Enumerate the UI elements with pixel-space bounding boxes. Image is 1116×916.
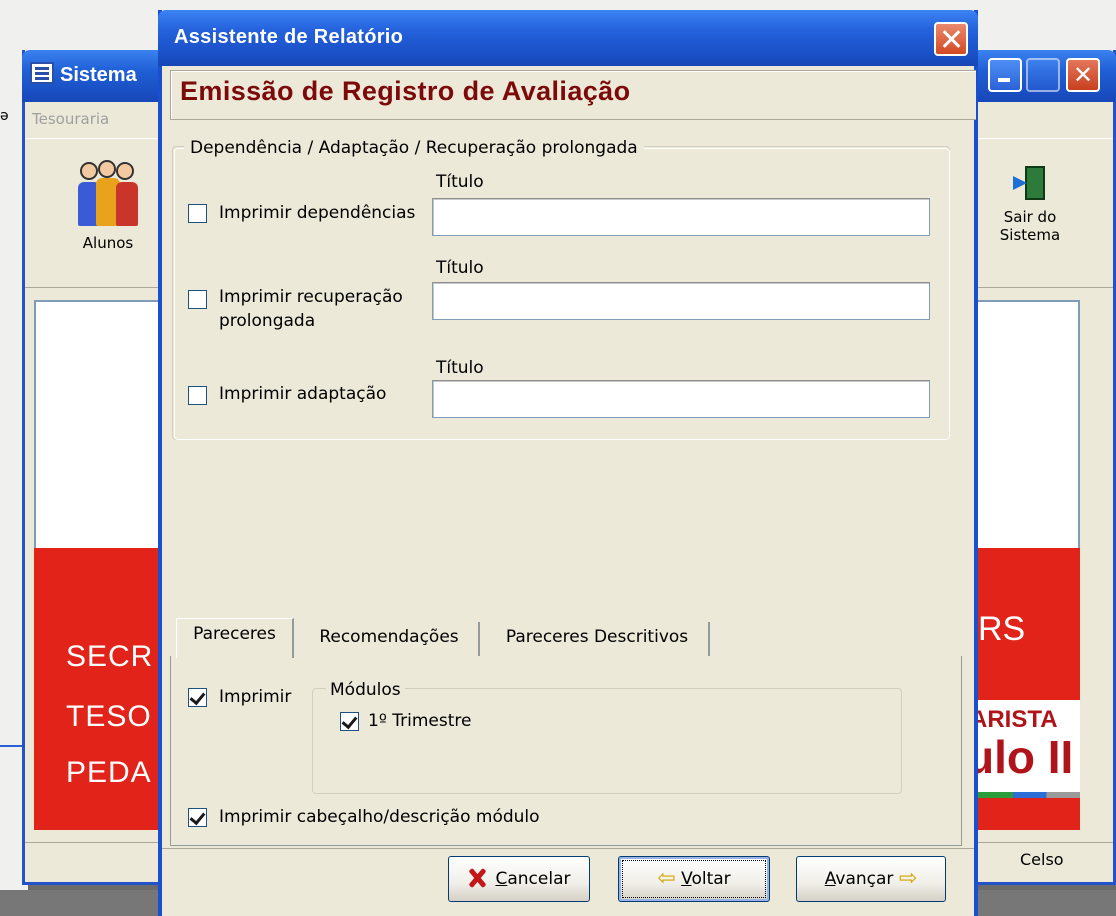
recovery-title-input[interactable] <box>432 282 930 320</box>
recovery-title-label: Título <box>436 258 484 278</box>
tab-pareceres-descritivos[interactable]: Pareceres Descritivos <box>486 622 710 656</box>
print-dependencies-label: Imprimir dependências <box>219 203 416 223</box>
banner-text-line3: PEDA <box>66 756 152 789</box>
print-header-label: Imprimir cabeçalho/descrição módulo <box>219 807 540 827</box>
banner-text-line2: TESO <box>66 700 152 733</box>
modules-group-box <box>312 688 902 794</box>
dependencies-title-label: Título <box>436 172 484 192</box>
cancel-button[interactable]: Cancelar <box>448 856 590 902</box>
print-adaptation-checkbox[interactable] <box>188 386 207 405</box>
minimize-button[interactable] <box>988 58 1022 92</box>
adaptation-title-label: Título <box>436 358 484 378</box>
next-button[interactable]: Avançar ⇨ <box>796 856 946 902</box>
status-user: Celso <box>1020 850 1064 869</box>
arrow-right-icon: ⇨ <box>898 866 918 891</box>
dialog-title: Assistente de Relatório <box>174 26 404 48</box>
back-button[interactable]: ⇦ Voltar <box>618 856 770 902</box>
back-label: oltar <box>691 869 731 889</box>
tab-recomendacoes[interactable]: Recomendações <box>300 622 480 656</box>
dependencies-title-input[interactable] <box>432 198 930 236</box>
menu-item-tesouraria[interactable]: Tesouraria <box>32 110 109 128</box>
dependency-group-label: Dependência / Adaptação / Recuperação pr… <box>184 138 644 158</box>
people-icon <box>78 160 138 228</box>
exit-door-icon <box>1013 164 1047 202</box>
print-header-checkbox[interactable] <box>188 808 207 827</box>
main-close-button[interactable]: ✕ <box>1066 58 1100 92</box>
imprimir-label: Imprimir <box>219 687 292 707</box>
modules-group-label: Módulos <box>326 680 405 700</box>
print-dependencies-checkbox[interactable] <box>188 204 207 223</box>
next-mnemonic: A <box>824 869 836 889</box>
toolbar-exit-label-line1: Sair do <box>1003 208 1057 226</box>
imprimir-checkbox[interactable] <box>188 688 207 707</box>
cancel-label: ancelar <box>507 869 571 889</box>
print-recovery-checkbox[interactable] <box>188 290 207 309</box>
tab-pareceres[interactable]: Pareceres <box>176 618 294 658</box>
arrow-left-icon: ⇦ <box>657 866 676 891</box>
main-window-title: Sistema <box>60 64 137 86</box>
print-adaptation-label: Imprimir adaptação <box>219 384 387 404</box>
banner-text-line1: SECR <box>66 640 154 673</box>
print-recovery-label-line1: Imprimir recuperação <box>219 287 403 307</box>
maximize-button[interactable] <box>1026 58 1060 92</box>
module-trimestre-1-label: 1º Trimestre <box>368 711 472 731</box>
toolbar-alunos-button[interactable]: Alunos <box>58 160 158 252</box>
app-icon <box>30 62 54 84</box>
back-mnemonic: V <box>681 869 692 889</box>
print-recovery-label-line2: prolongada <box>219 311 316 331</box>
toolbar-alunos-label: Alunos <box>82 234 134 252</box>
school-logo-stripe <box>968 792 1080 798</box>
bg-fragment: ǝ <box>0 108 9 124</box>
next-label: vançar <box>835 869 894 889</box>
cancel-x-icon <box>467 868 487 888</box>
cancel-mnemonic: C <box>495 869 508 889</box>
banner-sign: RS <box>978 610 1026 648</box>
dialog-header-title: Emissão de Registro de Avaliação <box>180 76 631 106</box>
dialog-close-button[interactable] <box>934 22 968 56</box>
adaptation-title-input[interactable] <box>432 380 930 418</box>
toolbar-exit-button[interactable]: Sair do Sistema <box>980 164 1080 244</box>
module-trimestre-1-checkbox[interactable] <box>340 712 359 731</box>
toolbar-exit-label-line2: Sistema <box>999 226 1061 244</box>
school-logo-line2: ulo II <box>966 731 1074 783</box>
